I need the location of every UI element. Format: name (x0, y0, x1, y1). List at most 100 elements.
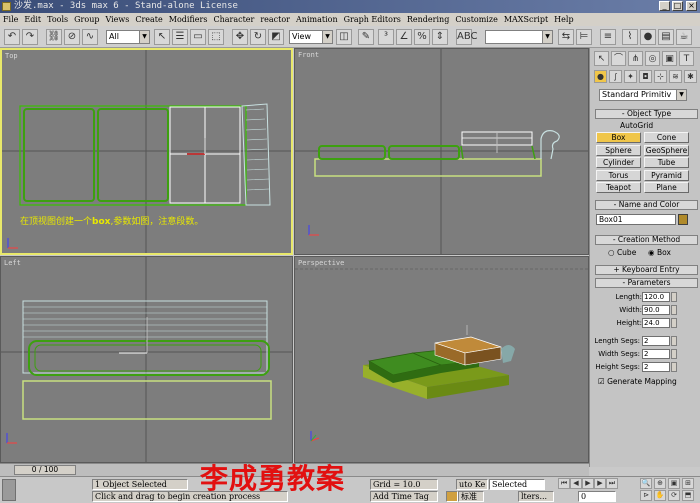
prev-frame-icon[interactable]: ◀ (570, 478, 582, 489)
height-spinner[interactable]: 24.0 (642, 318, 670, 328)
creation-method-header[interactable]: - Creation Method (595, 235, 698, 245)
angle-snap-icon[interactable]: ∠ (396, 29, 412, 45)
cube-radio[interactable]: ○ Cube (608, 248, 636, 257)
sphere-button[interactable]: Sphere (596, 145, 641, 156)
hierarchy-tab-icon[interactable]: ⋔ (628, 51, 643, 66)
spinner-arrows-icon[interactable] (671, 349, 677, 359)
systems-icon[interactable]: ✱ (684, 70, 697, 83)
generate-mapping-checkbox[interactable]: ☑ Generate Mapping (598, 377, 677, 386)
spinner-arrows-icon[interactable] (671, 362, 677, 372)
menu-maxscript[interactable]: MAXScript (504, 13, 548, 26)
rotate-icon[interactable]: ↻ (250, 29, 266, 45)
key-filters-button[interactable]: lters... (518, 491, 554, 502)
spinner-arrows-icon[interactable] (671, 292, 677, 302)
render-scene-icon[interactable]: ▤ (658, 29, 674, 45)
parameters-header[interactable]: - Parameters (595, 278, 698, 288)
object-type-header[interactable]: - Object Type (595, 109, 698, 119)
quick-render-icon[interactable]: ☕ (676, 29, 692, 45)
menu-customize[interactable]: Customize (455, 13, 498, 26)
create-tab-icon[interactable]: ↖ (594, 51, 609, 66)
ref-coord-dropdown[interactable]: View ▼ (289, 30, 333, 44)
plane-button[interactable]: Plane (644, 182, 689, 193)
next-frame-icon[interactable]: ▶ (594, 478, 606, 489)
keyboard-entry-header[interactable]: + Keyboard Entry (595, 265, 698, 275)
viewport-left[interactable]: Left (0, 256, 293, 463)
goto-end-icon[interactable]: ⏭ (606, 478, 618, 489)
menu-file[interactable]: File (3, 13, 18, 26)
torus-button[interactable]: Torus (596, 170, 641, 181)
zoom-extents-all-icon[interactable]: ⊞ (682, 478, 694, 489)
key-mode-dropdown[interactable]: Selected (489, 479, 545, 490)
spinner-arrows-icon[interactable] (671, 318, 677, 328)
spinner-arrows-icon[interactable] (671, 305, 677, 315)
material-editor-icon[interactable]: ● (640, 29, 656, 45)
scale-icon[interactable]: ◩ (268, 29, 284, 45)
height-segs-spinner[interactable]: 2 (642, 362, 670, 372)
menu-reactor[interactable]: reactor (260, 13, 290, 26)
set-key-icon[interactable] (446, 491, 458, 502)
menu-help[interactable]: Help (554, 13, 573, 26)
viewport-top[interactable]: Top 在顶视图创建一个box,参数如图，注意段数。 (0, 48, 293, 255)
zoom-extents-icon[interactable]: ▣ (668, 478, 680, 489)
redo-icon[interactable]: ↷ (22, 29, 38, 45)
mirror-icon[interactable]: ⇆ (558, 29, 574, 45)
curve-editor-icon[interactable]: ⌇ (622, 29, 638, 45)
minimize-button[interactable]: _ (659, 1, 670, 11)
unlink-icon[interactable]: ⊘ (64, 29, 80, 45)
set-key-button[interactable]: 标准 (458, 491, 484, 502)
maxscript-listener-icon[interactable] (2, 479, 16, 501)
cylinder-button[interactable]: Cylinder (596, 157, 641, 168)
zoom-all-icon[interactable]: ⊕ (654, 478, 666, 489)
tube-button[interactable]: Tube (644, 157, 689, 168)
utilities-tab-icon[interactable]: T (679, 51, 694, 66)
maximize-button[interactable]: □ (672, 1, 683, 11)
window-crossing-icon[interactable]: ⬚ (208, 29, 224, 45)
space-warps-icon[interactable]: ≋ (669, 70, 682, 83)
time-slider-thumb[interactable]: 0 / 100 (14, 465, 76, 475)
link-icon[interactable]: ⛓ (46, 29, 62, 45)
min-max-toggle-icon[interactable]: ⬒ (682, 490, 694, 501)
align-icon[interactable]: ⊨ (576, 29, 592, 45)
box-radio[interactable]: ◉ Box (648, 248, 671, 257)
auto-key-button[interactable]: uto Ke (456, 479, 488, 490)
percent-snap-icon[interactable]: % (414, 29, 430, 45)
current-frame-field[interactable]: 0 (578, 491, 616, 502)
close-button[interactable]: × (686, 1, 697, 11)
primitive-type-dropdown[interactable]: Standard Primitiv ▼ (599, 89, 687, 101)
geosphere-button[interactable]: GeoSphere (644, 145, 689, 156)
teapot-button[interactable]: Teapot (596, 182, 641, 193)
manipulate-icon[interactable]: ✎ (358, 29, 374, 45)
lights-icon[interactable]: ✦ (624, 70, 637, 83)
goto-start-icon[interactable]: ⏮ (558, 478, 570, 489)
snap-3d-icon[interactable]: ³ (378, 29, 394, 45)
box-button[interactable]: Box (596, 132, 641, 143)
pan-icon[interactable]: ✋ (654, 490, 666, 501)
menu-create[interactable]: Create (135, 13, 162, 26)
pyramid-button[interactable]: Pyramid (644, 170, 689, 181)
pivot-icon[interactable]: ◫ (336, 29, 352, 45)
layer-manager-icon[interactable]: ≡ (600, 29, 616, 45)
menu-rendering[interactable]: Rendering (407, 13, 449, 26)
menu-modifiers[interactable]: Modifiers (169, 13, 208, 26)
selection-filter-dropdown[interactable]: All ▼ (106, 30, 150, 44)
menu-graph-editors[interactable]: Graph Editors (344, 13, 401, 26)
select-object-icon[interactable]: ↖ (154, 29, 170, 45)
menu-edit[interactable]: Edit (24, 13, 41, 26)
move-icon[interactable]: ✥ (232, 29, 248, 45)
object-color-swatch[interactable] (678, 214, 688, 225)
cameras-icon[interactable]: ◘ (639, 70, 652, 83)
rect-region-icon[interactable]: ▭ (190, 29, 206, 45)
width-segs-spinner[interactable]: 2 (642, 349, 670, 359)
play-icon[interactable]: ▶ (582, 478, 594, 489)
add-time-tag[interactable]: Add Time Tag (370, 491, 438, 502)
motion-tab-icon[interactable]: ◎ (645, 51, 660, 66)
width-spinner[interactable]: 90.0 (642, 305, 670, 315)
menu-group[interactable]: Group (74, 13, 99, 26)
fov-icon[interactable]: ⊳ (640, 490, 652, 501)
named-selection-dropdown[interactable]: ▼ (485, 30, 553, 44)
modify-tab-icon[interactable]: ⌒ (611, 51, 626, 66)
display-tab-icon[interactable]: ▣ (662, 51, 677, 66)
geometry-icon[interactable]: ● (594, 70, 607, 83)
shapes-icon[interactable]: ∫ (609, 70, 622, 83)
zoom-icon[interactable]: 🔍 (640, 478, 652, 489)
